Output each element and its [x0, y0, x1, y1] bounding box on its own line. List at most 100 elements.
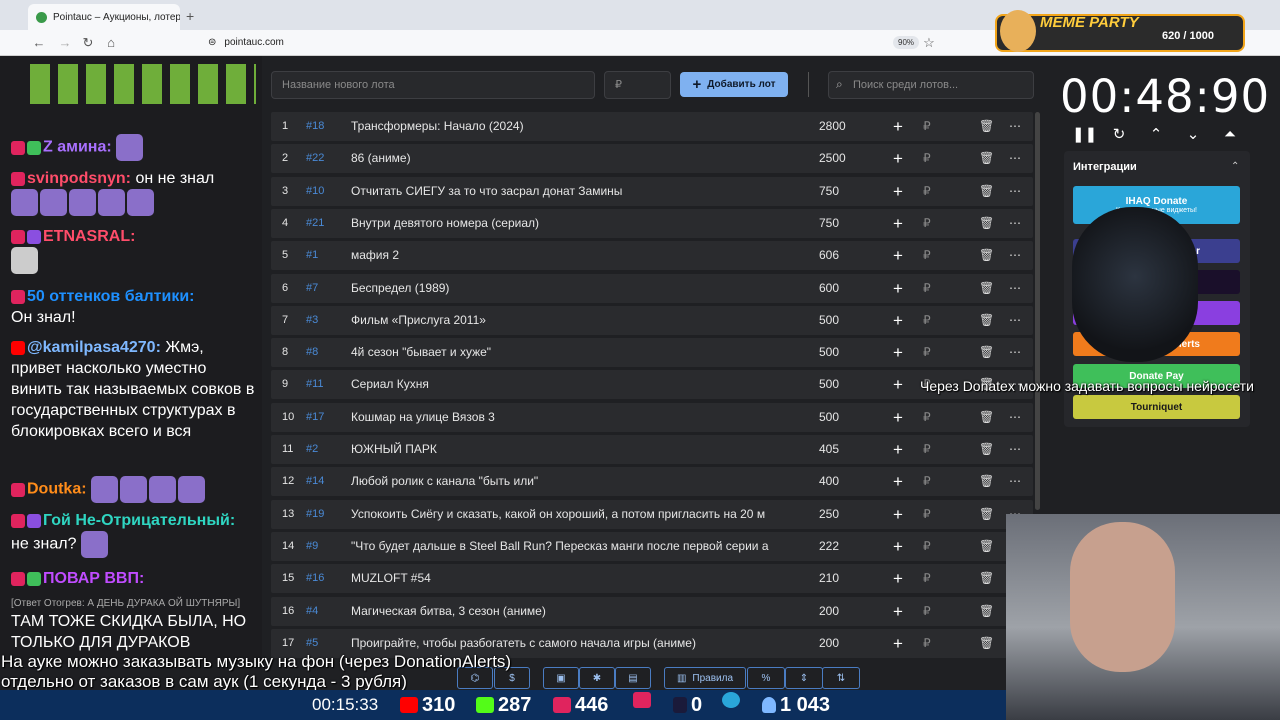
- chevron-down-icon[interactable]: ⌄: [1183, 125, 1203, 145]
- lot-name[interactable]: Трансформеры: Начало (2024): [351, 112, 791, 141]
- delete-icon[interactable]: 🗑: [979, 177, 994, 206]
- new-tab-button[interactable]: +: [186, 8, 194, 24]
- lot-name[interactable]: Магическая битва, 3 сезон (аниме): [351, 597, 791, 626]
- browser-tab[interactable]: Pointauc – Аукционы, лотереи ✕: [28, 4, 180, 30]
- add-amount-icon[interactable]: +: [893, 338, 903, 367]
- delete-icon[interactable]: 🗑: [979, 112, 994, 141]
- ruble-input[interactable]: ₽: [923, 112, 931, 141]
- add-amount-icon[interactable]: +: [893, 532, 903, 561]
- lot-name[interactable]: 86 (аниме): [351, 144, 791, 173]
- add-amount-icon[interactable]: +: [893, 241, 903, 270]
- lot-row[interactable]: 16 #4 Магическая битва, 3 сезон (аниме) 200…: [271, 596, 1033, 626]
- lot-name[interactable]: 4й сезон "бывает и хуже": [351, 338, 791, 367]
- delete-icon[interactable]: 🗑: [979, 500, 994, 529]
- new-lot-input[interactable]: Название нового лота: [271, 71, 595, 99]
- lot-name[interactable]: ЮЖНЫЙ ПАРК: [351, 435, 791, 464]
- lot-row[interactable]: 11 #2 ЮЖНЫЙ ПАРК 405 + ₽ 🗑 ⋯: [271, 435, 1033, 464]
- pause-icon[interactable]: ❚❚: [1072, 125, 1097, 145]
- bookmark-star-icon[interactable]: ☆: [920, 34, 938, 52]
- more-options-icon[interactable]: ⋯: [1009, 177, 1021, 206]
- lot-row[interactable]: 4 #21 Внутри девятого номера (сериал) 750 + ₽…: [271, 208, 1033, 238]
- ruble-input[interactable]: ₽: [923, 435, 931, 464]
- chevron-up-icon[interactable]: ⌃: [1146, 125, 1166, 145]
- zoom-level[interactable]: 90%: [893, 36, 920, 49]
- delete-icon[interactable]: 🗑: [979, 403, 994, 432]
- lot-name[interactable]: Успокоить Сиёгу и сказать, какой он хоро…: [351, 500, 791, 529]
- lot-name[interactable]: Сериал Кухня: [351, 370, 791, 399]
- lot-row[interactable]: 7 #3 Фильм «Прислуга 2011» 500 + ₽ 🗑 ⋯: [271, 305, 1033, 335]
- lot-row[interactable]: 14 #9 "Что будет дальше в Steel Ball Run? …: [271, 531, 1033, 561]
- lot-name[interactable]: MUZLOFT #54: [351, 564, 791, 593]
- more-options-icon[interactable]: ⋯: [1009, 274, 1021, 303]
- reload-icon[interactable]: ↻: [79, 34, 97, 52]
- save-icon[interactable]: ▣: [543, 667, 579, 689]
- lot-name[interactable]: Беспредел (1989): [351, 274, 791, 303]
- delete-icon[interactable]: 🗑: [979, 597, 994, 626]
- lot-name[interactable]: Кошмар на улице Вязов 3: [351, 403, 791, 432]
- add-amount-icon[interactable]: +: [893, 144, 903, 173]
- lot-row[interactable]: 10 #17 Кошмар на улице Вязов 3 500 + ₽ 🗑 ⋯: [271, 402, 1033, 432]
- more-options-icon[interactable]: ⋯: [1009, 435, 1021, 464]
- lots-scrollbar[interactable]: [1035, 112, 1040, 510]
- add-amount-icon[interactable]: +: [893, 403, 903, 432]
- more-options-icon[interactable]: ⋯: [1009, 338, 1021, 367]
- home-icon[interactable]: ⌂: [102, 34, 120, 52]
- amount-input[interactable]: ₽: [604, 71, 671, 99]
- sort-icon[interactable]: ⇅: [822, 667, 860, 689]
- delete-icon[interactable]: 🗑: [979, 144, 994, 173]
- delete-icon[interactable]: 🗑: [979, 241, 994, 270]
- lot-name[interactable]: мафия 2: [351, 241, 791, 270]
- add-amount-icon[interactable]: +: [893, 177, 903, 206]
- ruble-input[interactable]: ₽: [923, 274, 931, 303]
- delete-icon[interactable]: 🗑: [979, 209, 994, 238]
- percent-button[interactable]: %: [747, 667, 785, 689]
- lot-name[interactable]: Отчитать СИЕГУ за то что засрал донат За…: [351, 177, 791, 206]
- delete-icon[interactable]: 🗑: [979, 467, 994, 496]
- ruble-input[interactable]: ₽: [923, 177, 931, 206]
- reset-icon[interactable]: ↻: [1109, 125, 1129, 145]
- search-input[interactable]: Поиск среди лотов...: [828, 71, 1034, 99]
- delete-icon[interactable]: 🗑: [979, 435, 994, 464]
- lot-row[interactable]: 5 #1 мафия 2 606 + ₽ 🗑 ⋯: [271, 241, 1033, 271]
- add-amount-icon[interactable]: +: [893, 209, 903, 238]
- bug-icon[interactable]: ✱: [579, 667, 615, 689]
- double-chevron-up-icon[interactable]: ⏶: [1220, 125, 1240, 145]
- lot-name[interactable]: Внутри девятого номера (сериал): [351, 209, 791, 238]
- collapse-icon[interactable]: ⌃: [1231, 161, 1239, 172]
- more-options-icon[interactable]: ⋯: [1009, 403, 1021, 432]
- add-amount-icon[interactable]: +: [893, 274, 903, 303]
- lot-name[interactable]: Любой ролик с канала "быть или": [351, 467, 791, 496]
- lot-row[interactable]: 9 #11 Сериал Кухня 500 + ₽ 🗑 ⋯: [271, 370, 1033, 400]
- lot-name[interactable]: Фильм «Прислуга 2011»: [351, 306, 791, 335]
- more-options-icon[interactable]: ⋯: [1009, 306, 1021, 335]
- delete-icon[interactable]: 🗑: [979, 338, 994, 367]
- ruble-input[interactable]: ₽: [923, 338, 931, 367]
- merge-icon[interactable]: ⇕: [785, 667, 823, 689]
- ruble-input[interactable]: ₽: [923, 403, 931, 432]
- lot-row[interactable]: 13 #19 Успокоить Сиёгу и сказать, какой он…: [271, 499, 1033, 529]
- more-options-icon[interactable]: ⋯: [1009, 112, 1021, 141]
- lot-row[interactable]: 12 #14 Любой ролик с канала "быть или" 400 +…: [271, 467, 1033, 497]
- more-options-icon[interactable]: ⋯: [1009, 144, 1021, 173]
- ruble-input[interactable]: ₽: [923, 597, 931, 626]
- lot-row[interactable]: 6 #7 Беспредел (1989) 600 + ₽ 🗑 ⋯: [271, 273, 1033, 303]
- lot-row[interactable]: 8 #8 4й сезон "бывает и хуже" 500 + ₽ 🗑 ⋯: [271, 338, 1033, 368]
- ruble-input[interactable]: ₽: [923, 209, 931, 238]
- add-amount-icon[interactable]: +: [893, 629, 903, 658]
- rules-button[interactable]: ▥ Правила: [664, 667, 746, 689]
- delete-icon[interactable]: 🗑: [979, 629, 994, 658]
- add-amount-icon[interactable]: +: [893, 370, 903, 399]
- lot-row[interactable]: 1 #18 Трансформеры: Начало (2024) 2800 + ₽ 🗑 ⋯: [271, 112, 1033, 141]
- more-options-icon[interactable]: ⋯: [1009, 241, 1021, 270]
- forward-icon[interactable]: →: [56, 34, 74, 52]
- add-amount-icon[interactable]: +: [893, 112, 903, 141]
- clear-icon[interactable]: ▤: [615, 667, 651, 689]
- lot-name[interactable]: "Что будет дальше в Steel Ball Run? Пере…: [351, 532, 791, 561]
- delete-icon[interactable]: 🗑: [979, 564, 994, 593]
- delete-icon[interactable]: 🗑: [979, 306, 994, 335]
- url-field[interactable]: ⊜ pointauc.com: [208, 34, 284, 52]
- delete-icon[interactable]: 🗑: [979, 274, 994, 303]
- add-amount-icon[interactable]: +: [893, 467, 903, 496]
- delete-icon[interactable]: 🗑: [979, 532, 994, 561]
- ruble-input[interactable]: ₽: [923, 467, 931, 496]
